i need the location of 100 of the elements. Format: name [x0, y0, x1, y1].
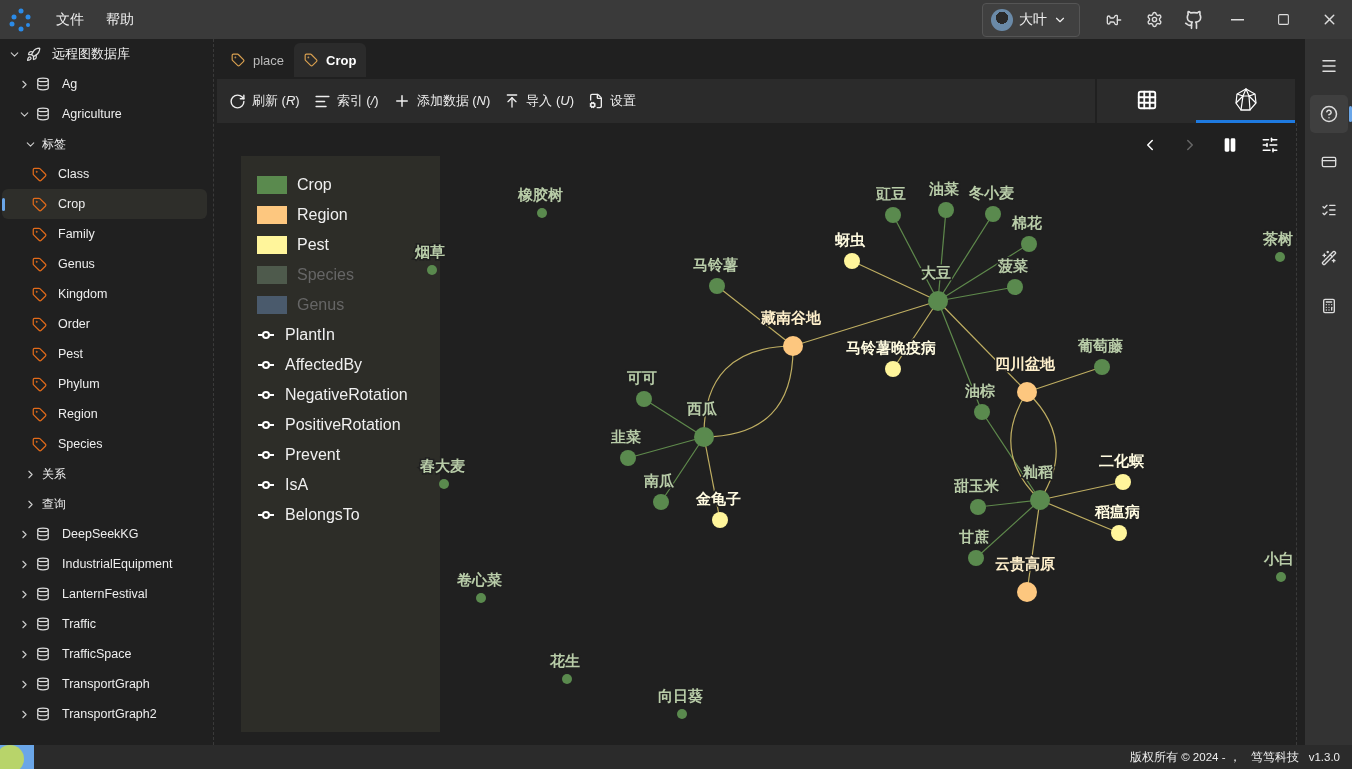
legend-item[interactable]: Prevent — [257, 440, 341, 470]
graph-node[interactable] — [1021, 236, 1037, 252]
legend-swatch — [257, 236, 287, 254]
graph-node[interactable] — [439, 479, 449, 489]
graph-node[interactable] — [844, 253, 860, 269]
database-icon — [36, 677, 50, 691]
node-label: 烟草 — [415, 243, 445, 260]
wand-icon — [1320, 250, 1337, 266]
graph-node[interactable] — [537, 208, 547, 218]
menu-item[interactable]: 帮助 — [106, 10, 134, 29]
graph-node[interactable] — [1275, 252, 1285, 262]
edge-icon — [257, 480, 275, 490]
legend-item[interactable]: PlantIn — [257, 320, 335, 350]
tree-item[interactable]: LanternFestival — [2, 579, 207, 609]
legend-item[interactable]: Pest — [257, 230, 329, 260]
tag-icon — [32, 196, 47, 212]
tree-item[interactable]: Ag — [2, 69, 207, 99]
graph-node[interactable] — [885, 361, 901, 377]
tree-item[interactable]: 关系 — [2, 459, 207, 489]
tree-item[interactable]: 标签 — [2, 129, 207, 159]
tree-item[interactable]: Order — [2, 309, 207, 339]
graph-node[interactable] — [985, 206, 1001, 222]
node-label: 云贵高原 — [995, 555, 1055, 572]
graph-node[interactable] — [476, 593, 486, 603]
tag-icon — [32, 346, 47, 362]
tag-icon — [32, 376, 47, 392]
tree-item[interactable]: IndustrialEquipment — [2, 549, 207, 579]
node-label: 甘蔗 — [959, 528, 989, 545]
node-label: 豇豆 — [876, 185, 906, 202]
graph-node[interactable] — [1030, 490, 1050, 510]
edge-icon — [257, 330, 275, 340]
graph-node[interactable] — [928, 291, 948, 311]
graph-node[interactable] — [709, 278, 725, 294]
graph-node[interactable] — [653, 494, 669, 510]
tree-item[interactable]: TransportGraph2 — [2, 699, 207, 729]
node-label: 油菜 — [929, 180, 959, 197]
graph-node[interactable] — [620, 450, 636, 466]
tag-icon — [32, 406, 47, 422]
tree-item[interactable]: Agriculture — [2, 99, 207, 129]
graph-node[interactable] — [1111, 525, 1127, 541]
tree-item[interactable]: TransportGraph — [2, 669, 207, 699]
tree-item[interactable]: Class — [2, 159, 207, 189]
calculator-icon — [1320, 298, 1337, 314]
tab[interactable]: Crop — [294, 43, 367, 77]
maximize-icon — [1276, 13, 1290, 26]
graph-node[interactable] — [1017, 382, 1037, 402]
tree-item[interactable]: Crop — [2, 189, 207, 219]
tree-item[interactable]: Region — [2, 399, 207, 429]
tree-item[interactable]: Species — [2, 429, 207, 459]
graph-node[interactable] — [1276, 572, 1286, 582]
toolbar-button[interactable]: 刷新 (R) — [229, 92, 300, 110]
database-icon — [36, 557, 50, 571]
tree-item[interactable]: Pest — [2, 339, 207, 369]
tree-item[interactable]: Traffic — [2, 609, 207, 639]
graph-node[interactable] — [885, 207, 901, 223]
graph-node[interactable] — [636, 391, 652, 407]
graph-node[interactable] — [1007, 279, 1023, 295]
legend-item[interactable]: NegativeRotation — [257, 380, 408, 410]
tab[interactable]: place — [221, 43, 295, 77]
node-label: 春大麦 — [419, 457, 465, 474]
toolbar-button[interactable]: 设置 — [588, 92, 636, 110]
tree-item[interactable]: TrafficSpace — [2, 639, 207, 669]
node-label: 马铃薯 — [692, 256, 738, 273]
tree-item[interactable]: Kingdom — [2, 279, 207, 309]
avatar — [991, 8, 1013, 31]
legend-item[interactable]: PositiveRotation — [257, 410, 401, 440]
graph-node[interactable] — [974, 404, 990, 420]
node-label: 韭菜 — [611, 428, 641, 445]
node-label: 马铃薯晚疫病 — [846, 339, 936, 356]
graph-node[interactable] — [562, 674, 572, 684]
user-menu-button[interactable]: 大叶 — [982, 2, 1080, 37]
graph-node[interactable] — [783, 336, 803, 356]
graph-node[interactable] — [677, 709, 687, 719]
graph-node[interactable] — [970, 499, 986, 515]
graph-node[interactable] — [1094, 359, 1110, 375]
tree-item[interactable]: Family — [2, 219, 207, 249]
toolbar-button[interactable]: 添加数据 (N) — [392, 92, 491, 110]
tree-item[interactable]: 查询 — [2, 489, 207, 519]
graph-node[interactable] — [1115, 474, 1131, 490]
legend-swatch — [257, 296, 287, 314]
menu-item[interactable]: 文件 — [56, 10, 84, 29]
legend-swatch — [257, 266, 287, 284]
toolbar-button[interactable]: 索引 (/) — [313, 92, 379, 110]
legend-item[interactable]: BelongsTo — [257, 500, 360, 530]
graph-node[interactable] — [1017, 582, 1037, 602]
graph-node[interactable] — [968, 550, 984, 566]
tree-item[interactable]: DeepSeekKG — [2, 519, 207, 549]
tree-item[interactable]: Phylum — [2, 369, 207, 399]
graph-node[interactable] — [938, 202, 954, 218]
toolbar-button[interactable]: 导入 (U) — [504, 92, 574, 110]
tree-item[interactable]: 远程图数据库 — [2, 39, 207, 69]
database-icon — [36, 707, 50, 721]
legend-item[interactable]: AffectedBy — [257, 350, 363, 380]
legend-item[interactable]: IsA — [257, 470, 309, 500]
graph-node[interactable] — [427, 265, 437, 275]
graph-node[interactable] — [712, 512, 728, 528]
legend-item[interactable]: Crop — [257, 170, 332, 200]
graph-node[interactable] — [694, 427, 714, 447]
tree-item[interactable]: Genus — [2, 249, 207, 279]
legend-item[interactable]: Region — [257, 200, 348, 230]
